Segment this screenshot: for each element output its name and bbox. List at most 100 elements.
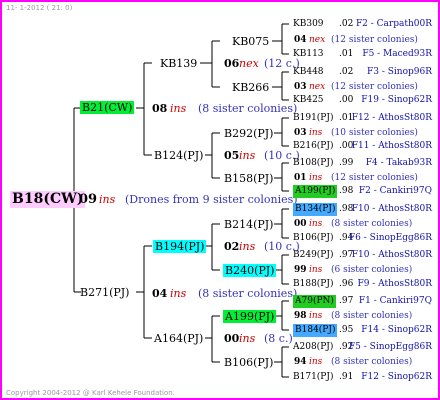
gen4-queen-id[interactable]: A208(PJ) (293, 341, 333, 354)
gen4-insemination-type: nex (309, 82, 326, 92)
gen4-queen-id[interactable]: B249(PJ) (293, 249, 333, 262)
gen4-year: .91 (339, 372, 354, 382)
gen4-source: F12 - AthosSt80R (351, 113, 432, 123)
gen4-generation-number: 98 (294, 311, 307, 321)
gen4-insemination-type: ins (309, 357, 323, 367)
gen4-description: (12 sister colonies) (331, 82, 418, 92)
gen4-year: .98 (339, 186, 354, 196)
gen4-source: F5 - SinopEgg86R (348, 342, 432, 352)
gen4-queen-id[interactable]: KB425 (293, 94, 324, 107)
root-drone-description: (Drones from 9 sister colonies) (125, 193, 298, 206)
gen1-father-description: (8 sister colonies) (198, 287, 298, 300)
gen4-queen-id[interactable]: B171(PJ) (293, 371, 333, 384)
gen4-queen-id[interactable]: A199(PJ) (293, 185, 338, 198)
gen4-description: (8 sister colonies) (331, 357, 413, 367)
gen4-year: .96 (339, 279, 354, 289)
gen3-node-label[interactable]: B292(PJ) (224, 127, 273, 140)
gen4-queen-id[interactable]: B134(PJ) (293, 203, 338, 216)
gen1-father-label[interactable]: B271(PJ) (80, 286, 129, 299)
gen4-source: F3 - Sinop96R (367, 67, 432, 77)
gen3-node-label[interactable]: B106(PJ) (224, 356, 273, 369)
gen4-source: F2 - Carpath00R (355, 19, 432, 29)
gen4-source: F14 - Sinop62R (361, 325, 432, 335)
pedigree-frame: 11- 1-2012 ( 21: 0) B18(CW) 09 ins (Dron… (0, 0, 440, 400)
gen4-source: F10 - AthosSt80R (351, 250, 432, 260)
gen2-description: (8 c.) (264, 332, 293, 345)
gen1-mother-label[interactable]: B21(CW) (80, 101, 135, 114)
gen1-father-insemination-type: ins (170, 287, 187, 300)
gen4-insemination-type: ins (309, 173, 323, 183)
gen2-insemination-type: nex (239, 57, 259, 70)
gen4-source: F6 - SinopEgg86R (348, 233, 432, 243)
root-insemination-type: ins (99, 193, 116, 206)
gen3-node-label[interactable]: B240(PJ) (223, 264, 277, 277)
gen2-node-label[interactable]: B124(PJ) (154, 149, 203, 162)
gen4-generation-number: 03 (294, 82, 307, 92)
gen4-description: (12 sister colonies) (331, 35, 418, 45)
gen4-queen-id[interactable]: B216(PJ) (293, 140, 333, 153)
gen2-node-label[interactable]: B194(PJ) (153, 240, 207, 253)
gen3-node-label[interactable]: A199(PJ) (223, 310, 277, 323)
gen4-queen-id[interactable]: KB113 (293, 48, 324, 61)
gen4-source: F11 - AthosSt80R (351, 141, 432, 151)
gen4-insemination-type: nex (309, 35, 326, 45)
gen1-mother-generation-number: 08 (152, 102, 168, 115)
gen4-year: .99 (339, 158, 354, 168)
gen4-source: F4 - Takab93R (365, 158, 432, 168)
gen2-generation-number: 02 (224, 240, 240, 253)
gen2-insemination-type: ins (239, 240, 256, 253)
gen2-generation-number: 00 (224, 332, 240, 345)
gen1-mother-description: (8 sister colonies) (198, 102, 298, 115)
gen4-year: .01 (339, 49, 354, 59)
gen1-mother-insemination-type: ins (170, 102, 187, 115)
gen1-father-generation-number: 04 (152, 287, 168, 300)
gen4-insemination-type: ins (309, 311, 323, 321)
gen2-insemination-type: ins (239, 149, 256, 162)
gen4-queen-id[interactable]: KB309 (293, 18, 324, 31)
gen2-generation-number: 06 (224, 57, 240, 70)
gen3-node-label[interactable]: B158(PJ) (224, 172, 273, 185)
gen4-queen-id[interactable]: B188(PJ) (293, 278, 333, 291)
gen4-source: F5 - Maced93R (362, 49, 432, 59)
gen4-queen-id[interactable]: B184(PJ) (293, 324, 338, 337)
gen4-source: F19 - Sinop62R (361, 95, 432, 105)
gen4-queen-id[interactable]: B191(PJ) (293, 112, 333, 125)
gen4-source: F1 - Cankiri97Q (358, 296, 432, 306)
gen4-source: F9 - AthosSt80R (357, 279, 432, 289)
gen4-queen-id[interactable]: KB448 (293, 66, 324, 79)
gen2-insemination-type: ins (239, 332, 256, 345)
root-queen-label[interactable]: B18(CW) (10, 191, 86, 208)
gen3-node-label[interactable]: KB075 (232, 35, 269, 48)
gen4-insemination-type: ins (309, 265, 323, 275)
gen4-generation-number: 03 (294, 128, 307, 138)
gen2-generation-number: 05 (224, 149, 240, 162)
gen4-description: (10 sister colonies) (331, 128, 418, 138)
gen4-queen-id[interactable]: B108(PJ) (293, 157, 333, 170)
copyright-notice: Copyright 2004-2012 @ Karl Kehele Founda… (6, 389, 175, 397)
gen2-node-label[interactable]: A164(PJ) (154, 332, 203, 345)
gen4-description: (6 sister colonies) (331, 265, 413, 275)
gen4-queen-id[interactable]: A79(PN) (293, 295, 336, 308)
gen4-generation-number: 01 (294, 173, 307, 183)
gen4-insemination-type: ins (309, 219, 323, 229)
gen3-node-label[interactable]: B214(PJ) (224, 218, 273, 231)
gen4-year: .95 (339, 325, 354, 335)
gen4-source: F12 - Sinop62R (361, 372, 432, 382)
gen3-node-label[interactable]: KB266 (232, 81, 269, 94)
gen4-source: F2 - Cankiri97Q (358, 186, 432, 196)
gen4-generation-number: 04 (294, 35, 307, 45)
gen2-node-label[interactable]: KB139 (160, 57, 197, 70)
gen4-generation-number: 00 (294, 219, 307, 229)
gen4-insemination-type: ins (309, 128, 323, 138)
root-generation-number: 09 (79, 192, 98, 207)
gen4-year: .00 (339, 95, 354, 105)
gen4-year: .02 (339, 67, 354, 77)
gen4-generation-number: 99 (294, 265, 307, 275)
gen4-queen-id[interactable]: B106(PJ) (293, 232, 333, 245)
gen4-year: .02 (339, 19, 354, 29)
gen4-generation-number: 94 (294, 357, 307, 367)
gen4-source: F10 - AthosSt80R (351, 204, 432, 214)
gen4-description: (8 sister colonies) (331, 219, 413, 229)
gen4-year: .97 (339, 296, 354, 306)
gen4-description: (8 sister colonies) (331, 311, 413, 321)
